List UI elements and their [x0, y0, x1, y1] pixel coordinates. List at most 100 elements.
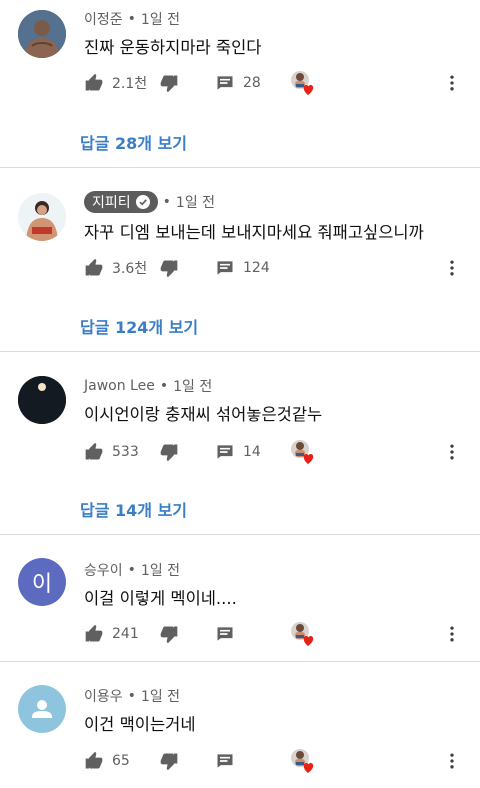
author-name: 지피티	[92, 195, 131, 211]
reply-button[interactable]	[215, 749, 235, 773]
dislike-button[interactable]	[159, 622, 179, 646]
more-vert-icon	[442, 624, 462, 644]
view-replies-link[interactable]: 답글 14개 보기	[80, 497, 187, 521]
more-vert-icon	[442, 442, 462, 462]
thumb-up-icon	[84, 73, 104, 93]
separator: •	[162, 194, 171, 210]
thumb-down-icon	[159, 624, 179, 644]
like-button[interactable]: 241	[84, 622, 139, 646]
action-bar: 2.1천 28	[84, 71, 474, 95]
timestamp: 1일 전	[140, 12, 181, 28]
comment-icon	[215, 258, 235, 278]
reply-count: 28	[243, 75, 261, 91]
thumb-down-icon	[159, 258, 179, 278]
comment-text: 진짜 운동하지마라 죽인다	[84, 38, 262, 57]
comment-icon	[215, 624, 235, 644]
reply-count: 124	[243, 260, 270, 276]
comment-meta: Jawon Lee • 1일 전	[84, 376, 212, 396]
like-count: 65	[112, 753, 130, 769]
avatar-letter: 이	[31, 572, 53, 597]
separator: •	[159, 378, 169, 394]
creator-heart-icon	[289, 69, 317, 97]
comment-icon	[215, 751, 235, 771]
comment-meta: 지피티 • 1일 전	[84, 191, 215, 213]
dislike-button[interactable]	[159, 71, 179, 95]
thumb-up-icon	[84, 751, 104, 771]
like-button[interactable]: 533	[84, 440, 139, 464]
avatar[interactable]	[18, 193, 66, 241]
divider	[0, 534, 480, 535]
channel-owner-badge[interactable]: 지피티	[84, 191, 158, 213]
view-replies-link[interactable]: 답글 28개 보기	[80, 130, 187, 154]
reply-button[interactable]: 124	[215, 256, 270, 280]
more-options-button[interactable]	[440, 622, 464, 646]
comment-meta: 이용우 • 1일 전	[84, 686, 180, 706]
like-count: 2.1천	[112, 76, 148, 92]
avatar-photo	[18, 10, 66, 58]
avatar[interactable]: 이	[18, 558, 66, 606]
thumb-down-icon	[159, 73, 179, 93]
reply-button[interactable]	[215, 622, 235, 646]
like-count: 533	[112, 444, 139, 460]
dislike-button[interactable]	[159, 256, 179, 280]
comment-text: 자꾸 디엠 보내는데 보내지마세요 줘패고싶으니까	[84, 223, 424, 242]
thumb-down-icon	[159, 751, 179, 771]
comment-icon	[215, 73, 235, 93]
divider	[0, 661, 480, 662]
comment-icon	[215, 442, 235, 462]
thumb-up-icon	[84, 258, 104, 278]
action-bar: 65	[84, 749, 474, 773]
timestamp: 1일 전	[140, 689, 181, 705]
creator-heart-icon	[289, 438, 317, 466]
author-name[interactable]: Jawon Lee	[84, 378, 155, 394]
like-button[interactable]: 65	[84, 749, 130, 773]
timestamp: 1일 전	[173, 379, 213, 395]
more-options-button[interactable]	[440, 71, 464, 95]
more-vert-icon	[442, 751, 462, 771]
avatar-photo	[18, 193, 66, 241]
thumb-down-icon	[159, 442, 179, 462]
comment-meta: 승우이 • 1일 전	[84, 560, 180, 580]
comment-text: 이걸 이렇게 멕이네....	[84, 589, 237, 608]
timestamp: 1일 전	[175, 195, 216, 211]
reply-count: 14	[243, 444, 261, 460]
more-vert-icon	[442, 258, 462, 278]
reply-button[interactable]: 14	[215, 440, 261, 464]
more-options-button[interactable]	[440, 749, 464, 773]
like-button[interactable]: 3.6천	[84, 256, 147, 280]
divider	[0, 351, 480, 352]
comment-text: 이건 맥이는거네	[84, 715, 196, 734]
avatar-photo	[18, 376, 66, 424]
dislike-button[interactable]	[159, 749, 179, 773]
verified-check-icon	[135, 195, 150, 209]
like-count: 3.6천	[112, 261, 148, 277]
avatar[interactable]	[18, 376, 66, 424]
more-vert-icon	[442, 73, 462, 93]
like-count: 241	[112, 626, 139, 642]
action-bar: 241	[84, 622, 474, 646]
more-options-button[interactable]	[440, 440, 464, 464]
dislike-button[interactable]	[159, 440, 179, 464]
action-bar: 3.6천 124	[84, 256, 474, 280]
thumb-up-icon	[84, 624, 104, 644]
creator-heart-icon	[289, 747, 317, 775]
timestamp: 1일 전	[140, 563, 181, 579]
creator-heart-icon	[289, 620, 317, 648]
default-person-icon	[32, 700, 52, 718]
author-name[interactable]: 승우이	[84, 560, 123, 580]
thumb-up-icon	[84, 442, 104, 462]
divider	[0, 167, 480, 168]
like-button[interactable]: 2.1천	[84, 71, 147, 95]
action-bar: 533 14	[84, 440, 474, 464]
separator: •	[127, 11, 136, 27]
more-options-button[interactable]	[440, 256, 464, 280]
avatar[interactable]	[18, 10, 66, 58]
author-name[interactable]: 이용우	[84, 686, 123, 706]
avatar[interactable]	[18, 685, 66, 733]
comment-text: 이시언이랑 충재씨 섞어놓은것같누	[84, 405, 323, 424]
separator: •	[127, 688, 136, 704]
comment-meta: 이정준 • 1일 전	[84, 9, 180, 29]
reply-button[interactable]: 28	[215, 71, 261, 95]
author-name[interactable]: 이정준	[84, 9, 123, 29]
view-replies-link[interactable]: 답글 124개 보기	[80, 314, 198, 338]
